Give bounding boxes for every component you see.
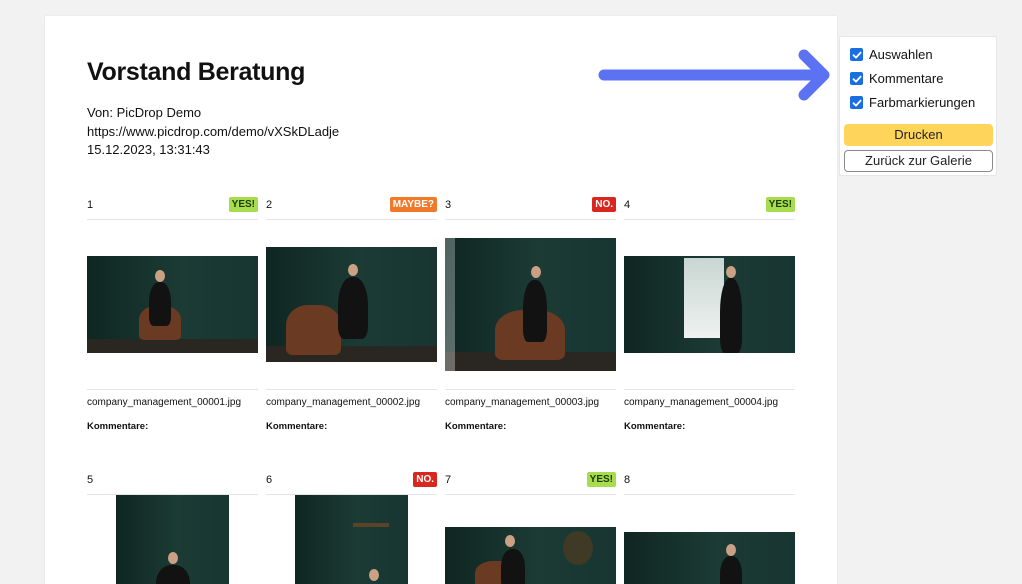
grid-item: 7 YES! [445,471,616,584]
status-badge: NO. [592,197,616,212]
photo-thumbnail [116,495,229,584]
photo-thumbnail [445,527,616,584]
status-badge: YES! [586,472,616,487]
option-auswahlen[interactable]: Auswahlen [850,47,933,62]
item-number: 4 [624,199,631,211]
grid-item: 5 [87,471,258,584]
status-badge: YES! [765,197,795,212]
comments-label: Kommentare: [445,421,507,432]
print-options-panel: Auswahlen Kommentare Farbmarkierungen Dr… [839,36,997,176]
file-name: company_management_00003.jpg [445,397,599,408]
item-number: 7 [445,474,452,486]
photo-thumbnail [266,247,437,362]
photo-thumbnail [87,256,258,353]
option-label: Auswahlen [869,47,933,62]
grid-item: 8 [624,471,795,584]
photo-thumbnail [445,238,616,371]
status-badge: YES! [228,197,258,212]
grid-item: 6 NO. [266,471,437,584]
item-number: 1 [87,199,94,211]
file-name: company_management_00004.jpg [624,397,778,408]
item-number: 5 [87,474,94,486]
status-badge: NO. [413,472,437,487]
photo-thumbnail [624,256,795,353]
grid-item: 2 MAYBE? company_management_00002.jpg Ko… [266,196,437,432]
item-number: 6 [266,474,273,486]
status-badge: MAYBE? [389,197,437,212]
option-farbmarkierungen[interactable]: Farbmarkierungen [850,95,975,110]
checkbox-checked-icon[interactable] [850,96,863,109]
file-name: company_management_00002.jpg [266,397,420,408]
grid-item: 3 NO. company_management_00003.jpg Komme… [445,196,616,432]
comments-label: Kommentare: [624,421,686,432]
timestamp: 15.12.2023, 13:31:43 [87,142,210,157]
arrow-right-icon [598,49,830,101]
gallery-url: https://www.picdrop.com/demo/vXSkDLadje [87,123,340,139]
option-label: Kommentare [869,71,944,86]
photo-thumbnail [624,532,795,584]
item-number: 3 [445,199,452,211]
item-number: 8 [624,474,631,486]
checkbox-checked-icon[interactable] [850,72,863,85]
page-title: Vorstand Beratung [87,58,306,86]
back-to-gallery-button[interactable]: Zurück zur Galerie [844,150,993,172]
checkbox-checked-icon[interactable] [850,48,863,61]
file-name: company_management_00001.jpg [87,397,241,408]
option-label: Farbmarkierungen [869,95,976,110]
grid-item: 4 YES! company_management_00004.jpg Komm… [624,196,795,432]
grid-item: 1 YES! company_management_00001.jpg Komm… [87,196,258,432]
option-kommentare[interactable]: Kommentare [850,71,943,86]
comments-label: Kommentare: [266,421,328,432]
item-number: 2 [266,199,273,211]
print-button[interactable]: Drucken [844,124,993,146]
comments-label: Kommentare: [87,421,149,432]
photo-thumbnail [295,495,408,584]
sender-line: Von: PicDrop Demo [87,105,202,120]
gallery-meta: Von: PicDrop Demo https://www.picdrop.co… [87,104,339,160]
